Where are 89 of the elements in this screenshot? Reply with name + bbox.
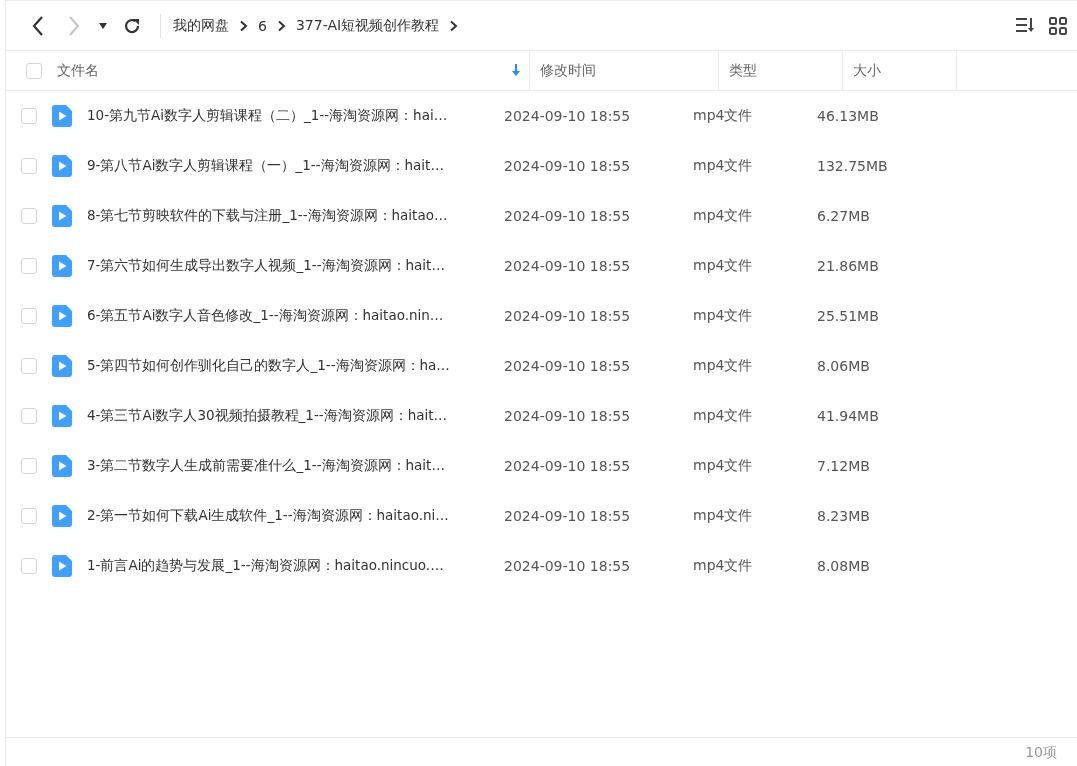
file-size: 25.51MB [816,308,880,324]
video-file-icon [52,105,72,127]
column-header[interactable]: 大小 [843,51,957,90]
file-type: mp4文件 [692,257,754,275]
chevron-icon [449,19,459,32]
file-name: 9-第八节Ai数字人剪辑课程（一）_1--海淘资源网：hait… [87,157,444,175]
sort-list-icon[interactable] [1015,16,1035,33]
sort-down-icon [511,64,521,77]
file-type: mp4文件 [692,357,754,375]
file-size: 8.23MB [816,508,871,524]
row-checkbox[interactable] [21,108,37,124]
file-row[interactable]: 1-前言Ai的趋势与发展_1--海淘资源网：haitao.nincuo.… 2024-09-10 18:55 mp4文件 8.08MB [6,541,1077,591]
file-type: mp4文件 [692,557,754,575]
breadcrumb-link[interactable]: 6 [258,17,267,34]
file-type: mp4文件 [692,157,754,175]
file-row[interactable]: 10-第九节Ai数字人剪辑课程（二）_1--海淘资源网：hai… 2024-09-10 18:55 mp4文件 46.13MB [6,91,1077,141]
row-checkbox[interactable] [21,558,37,574]
file-row[interactable]: 4-第三节Ai数字人30视频拍摄教程_1--海淘资源网：hait… 2024-09-10 18:55 mp4文件 41.94MB [6,391,1077,441]
back-icon [31,14,45,37]
chevron-icon [239,19,248,32]
video-file-icon [52,305,72,327]
file-name: 8-第七节剪映软件的下载与注册_1--海淘资源网：haitao… [87,207,448,225]
file-type: mp4文件 [692,307,754,325]
file-size: 6.27MB [816,208,871,224]
file-size: 41.94MB [816,408,880,424]
select-all-checkbox[interactable] [26,62,42,79]
modified-time: 2024-09-10 18:55 [503,208,632,224]
modified-time: 2024-09-10 18:55 [503,258,632,274]
forward-icon [67,14,81,37]
modified-time: 2024-09-10 18:55 [503,458,632,474]
video-file-icon [52,355,72,377]
file-size: 8.08MB [816,558,871,574]
file-size: 8.06MB [816,358,871,374]
video-file-icon [52,455,72,477]
breadcrumb-link[interactable]: 我的网盘 [173,16,229,35]
modified-time: 2024-09-10 18:55 [503,408,632,424]
modified-time: 2024-09-10 18:55 [503,358,632,374]
video-file-icon [52,255,72,277]
modified-time: 2024-09-10 18:55 [503,508,632,524]
grid-view-icon[interactable] [1049,16,1067,35]
video-file-icon [52,205,72,227]
file-type: mp4文件 [692,107,754,125]
file-name: 7-第六节如何生成导出数字人视频_1--海淘资源网：hait… [87,257,445,275]
column-header[interactable]: 类型 [719,51,843,90]
file-row[interactable]: 7-第六节如何生成导出数字人视频_1--海淘资源网：hait… 2024-09-10 18:55 mp4文件 21.86MB [6,241,1077,291]
modified-time: 2024-09-10 18:55 [503,158,632,174]
file-type: mp4文件 [692,457,754,475]
file-name: 10-第九节Ai数字人剪辑课程（二）_1--海淘资源网：hai… [87,107,448,125]
file-row[interactable]: 2-第一节如何下载Ai生成软件_1--海淘资源网：haitao.ni… 2024-09-10 18:55 mp4文件 8.23MB [6,491,1077,541]
modified-time: 2024-09-10 18:55 [503,558,632,574]
column-header[interactable]: 修改时间 [530,51,719,90]
file-name: 5-第四节如何创作驯化自己的数字人_1--海淘资源网：ha… [87,357,450,375]
file-row[interactable]: 3-第二节数字人生成前需要准什么_1--海淘资源网：hait… 2024-09-10 18:55 mp4文件 7.12MB [6,441,1077,491]
video-file-icon [52,405,72,427]
file-name: 6-第五节Ai数字人音色修改_1--海淘资源网：haitao.nin… [87,307,444,325]
file-size: 46.13MB [816,108,880,124]
row-checkbox[interactable] [21,358,37,374]
row-checkbox[interactable] [21,158,37,174]
file-name: 4-第三节Ai数字人30视频拍摄教程_1--海淘资源网：hait… [87,407,448,425]
row-checkbox[interactable] [21,308,37,324]
breadcrumb-link[interactable]: 377-AI短视频创作教程 [295,16,440,35]
refresh-icon [123,16,141,35]
file-name: 3-第二节数字人生成前需要准什么_1--海淘资源网：hait… [87,457,445,475]
dropdown-caret-icon [98,21,108,30]
file-name: 2-第一节如何下载Ai生成软件_1--海淘资源网：haitao.ni… [87,507,449,525]
file-type: mp4文件 [692,207,754,225]
file-row[interactable]: 6-第五节Ai数字人音色修改_1--海淘资源网：haitao.nin… 2024-09-10 18:55 mp4文件 25.51MB [6,291,1077,341]
row-checkbox[interactable] [21,208,37,224]
video-file-icon [52,555,72,577]
file-type: mp4文件 [692,407,754,425]
file-size: 7.12MB [816,458,871,474]
row-checkbox[interactable] [21,458,37,474]
file-size: 21.86MB [816,258,880,274]
video-file-icon [52,155,72,177]
modified-time: 2024-09-10 18:55 [503,108,632,124]
file-size: 132.75MB [816,158,889,174]
row-checkbox[interactable] [21,508,37,524]
chevron-icon [276,19,286,32]
file-type: mp4文件 [692,507,754,525]
row-checkbox[interactable] [21,258,37,274]
item-count: 10项 [1025,744,1057,762]
row-checkbox[interactable] [21,408,37,424]
column-header[interactable]: 文件名 [42,51,530,90]
file-name: 1-前言Ai的趋势与发展_1--海淘资源网：haitao.nincuo.… [87,557,444,575]
file-row[interactable]: 8-第七节剪映软件的下载与注册_1--海淘资源网：haitao… 2024-09-10 18:55 mp4文件 6.27MB [6,191,1077,241]
file-row[interactable]: 9-第八节Ai数字人剪辑课程（一）_1--海淘资源网：hait… 2024-09-10 18:55 mp4文件 132.75MB [6,141,1077,191]
modified-time: 2024-09-10 18:55 [503,308,632,324]
file-row[interactable]: 5-第四节如何创作驯化自己的数字人_1--海淘资源网：ha… 2024-09-10 18:55 mp4文件 8.06MB [6,341,1077,391]
video-file-icon [52,505,72,527]
